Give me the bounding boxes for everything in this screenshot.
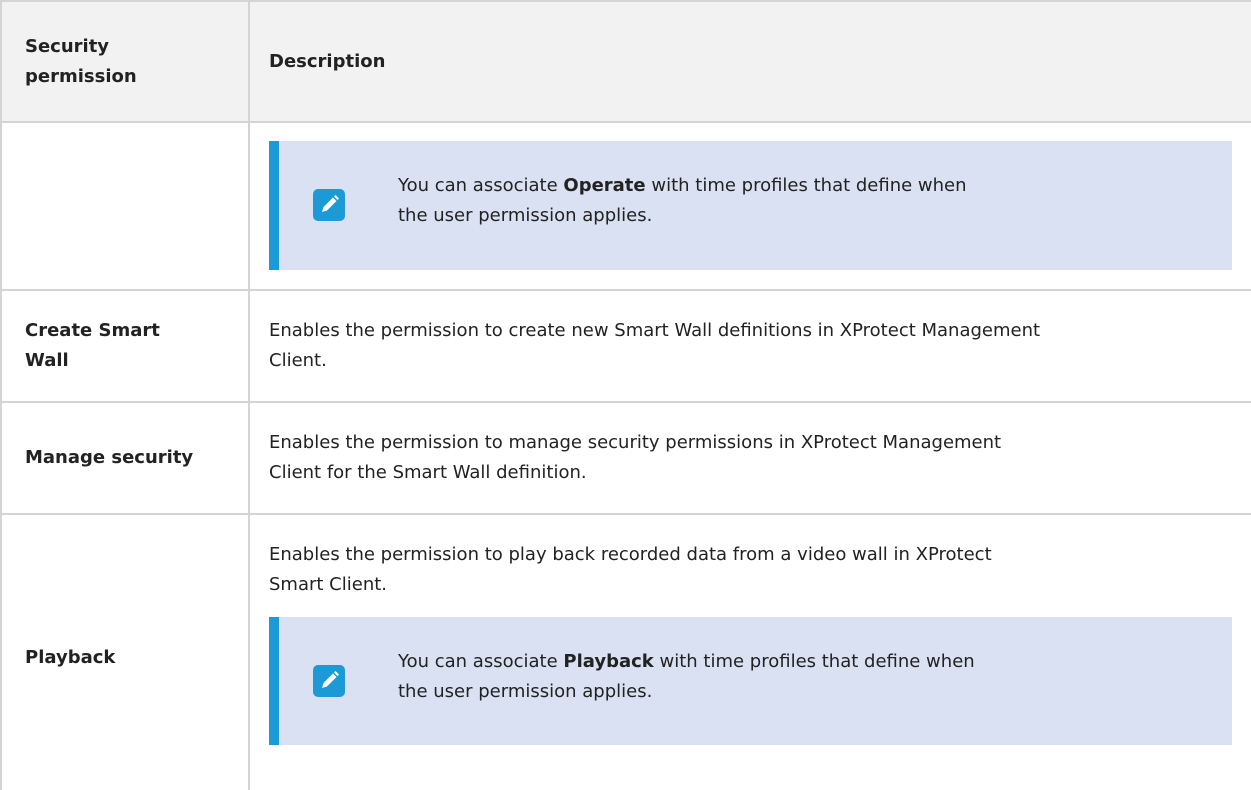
header-security-permission: Security permission xyxy=(25,32,137,92)
description-line2: Client for the Smart Wall definition. xyxy=(269,462,587,483)
pencil-icon xyxy=(313,189,345,221)
permission-description-create-smart-wall: Enables the permission to create new Sma… xyxy=(269,316,1040,376)
description-line1: Enables the permission to play back reco… xyxy=(269,544,992,565)
row-divider xyxy=(0,401,1251,403)
permission-name-manage-security: Manage security xyxy=(25,447,194,468)
permissions-table: Security permission Description You can … xyxy=(0,0,1251,790)
permission-description-manage-security: Enables the permission to manage securit… xyxy=(269,428,1001,488)
row-divider xyxy=(0,121,1251,123)
description-line1: Enables the permission to create new Sma… xyxy=(269,320,1041,341)
permission-name-create-smart-wall: Create Smart Wall xyxy=(25,316,160,376)
table-header xyxy=(0,0,1251,122)
note-line1: You can associate Operate with time prof… xyxy=(398,175,967,196)
description-line1: Enables the permission to manage securit… xyxy=(269,432,1002,453)
note-text: You can associate Operate with time prof… xyxy=(398,171,967,231)
note-box: You can associate Playback with time pro… xyxy=(269,617,1232,745)
note-text: You can associate Playback with time pro… xyxy=(398,647,975,707)
header-col1-line2: permission xyxy=(25,66,137,87)
note-line2: the user permission applies. xyxy=(398,205,653,226)
note-line2: the user permission applies. xyxy=(398,681,653,702)
permission-description-playback: Enables the permission to play back reco… xyxy=(269,540,992,600)
description-line2: Client. xyxy=(269,350,327,371)
header-description: Description xyxy=(269,51,386,72)
note-line1: You can associate Playback with time pro… xyxy=(398,651,975,672)
row-divider xyxy=(0,0,1251,2)
header-col1-line1: Security xyxy=(25,36,110,57)
pencil-icon xyxy=(313,665,345,697)
column-divider xyxy=(248,0,250,790)
table-left-border xyxy=(0,0,2,790)
permission-name-line1: Create Smart xyxy=(25,320,160,341)
permission-name-line2: Wall xyxy=(25,350,69,371)
permission-name-playback: Playback xyxy=(25,647,116,668)
row-divider xyxy=(0,513,1251,515)
description-line2: Smart Client. xyxy=(269,574,388,595)
row-divider xyxy=(0,289,1251,291)
note-box: You can associate Operate with time prof… xyxy=(269,141,1232,270)
